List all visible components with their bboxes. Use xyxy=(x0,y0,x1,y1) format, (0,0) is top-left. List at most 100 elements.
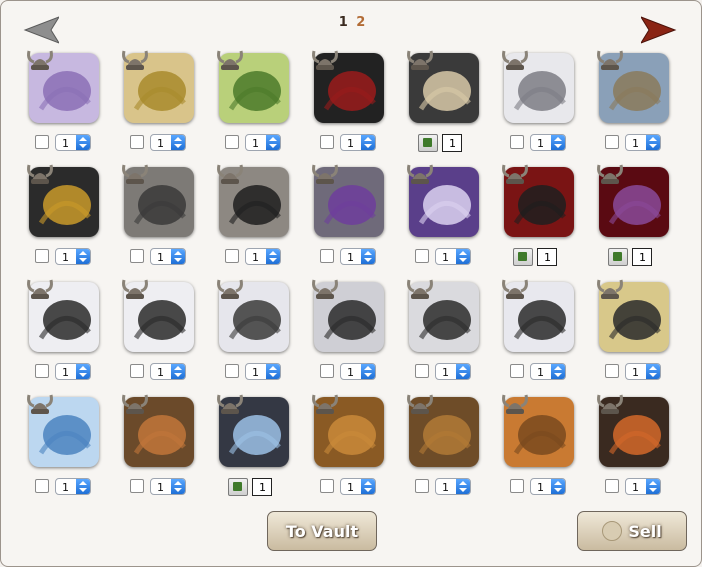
select-checkbox[interactable] xyxy=(35,479,49,493)
quantity-stepper[interactable]: 1 xyxy=(245,133,281,151)
stepper-arrows-icon[interactable] xyxy=(266,248,280,264)
quantity-stepper[interactable]: 1 xyxy=(340,477,376,495)
stepper-arrows-icon[interactable] xyxy=(76,363,90,379)
stepper-arrows-icon[interactable] xyxy=(171,248,185,264)
inventory-slot: 1 xyxy=(25,50,120,165)
inventory-slot: 1 xyxy=(405,164,500,279)
stepper-arrows-icon[interactable] xyxy=(361,478,375,494)
select-checkbox[interactable] xyxy=(415,364,429,378)
stepper-arrows-icon[interactable] xyxy=(361,248,375,264)
quantity-field[interactable]: 1 xyxy=(632,248,652,266)
quantity-stepper[interactable]: 1 xyxy=(530,477,566,495)
viking-helmet-badge-icon xyxy=(215,46,245,76)
stepper-arrows-icon[interactable] xyxy=(76,478,90,494)
select-checkbox[interactable] xyxy=(605,135,619,149)
select-checkbox[interactable] xyxy=(225,249,239,263)
sell-button[interactable]: Sell xyxy=(577,511,687,551)
select-checkbox[interactable] xyxy=(225,135,239,149)
item-select-control: 1 xyxy=(320,477,376,495)
item-select-control: 1 xyxy=(130,362,186,380)
quantity-stepper[interactable]: 1 xyxy=(435,362,471,380)
quantity-stepper[interactable]: 1 xyxy=(625,362,661,380)
page-2-link[interactable]: 2 xyxy=(356,15,365,30)
quantity-stepper[interactable]: 1 xyxy=(150,247,186,265)
quantity-stepper[interactable]: 1 xyxy=(530,362,566,380)
quantity-field[interactable]: 1 xyxy=(537,248,557,266)
select-checkbox[interactable] xyxy=(510,479,524,493)
viking-helmet-badge-icon xyxy=(120,275,150,305)
quantity-field[interactable]: 1 xyxy=(442,134,462,152)
inventory-slot: 1 xyxy=(120,279,215,394)
select-checkbox[interactable] xyxy=(605,479,619,493)
quantity-value: 1 xyxy=(632,480,639,494)
stepper-arrows-icon[interactable] xyxy=(456,363,470,379)
stepper-arrows-icon[interactable] xyxy=(551,134,565,150)
next-page-arrow-icon[interactable] xyxy=(641,15,677,45)
stepper-arrows-icon[interactable] xyxy=(171,134,185,150)
stepper-arrows-icon[interactable] xyxy=(551,478,565,494)
select-checkbox[interactable] xyxy=(35,364,49,378)
quantity-stepper[interactable]: 1 xyxy=(150,133,186,151)
quantity-value: 1 xyxy=(537,365,544,379)
quantity-stepper[interactable]: 1 xyxy=(55,477,91,495)
select-checkbox[interactable] xyxy=(130,249,144,263)
stack-icon[interactable] xyxy=(608,248,628,266)
quantity-stepper[interactable]: 1 xyxy=(245,247,281,265)
quantity-stepper[interactable]: 1 xyxy=(625,133,661,151)
quantity-stepper[interactable]: 1 xyxy=(150,362,186,380)
quantity-stepper[interactable]: 1 xyxy=(340,133,376,151)
select-checkbox[interactable] xyxy=(415,479,429,493)
stack-icon[interactable] xyxy=(418,134,438,152)
quantity-stepper[interactable]: 1 xyxy=(55,362,91,380)
stepper-arrows-icon[interactable] xyxy=(646,478,660,494)
quantity-stepper[interactable]: 1 xyxy=(625,477,661,495)
quantity-stepper[interactable]: 1 xyxy=(245,362,281,380)
item-select-control: 1 xyxy=(35,362,91,380)
stepper-arrows-icon[interactable] xyxy=(456,478,470,494)
quantity-stepper[interactable]: 1 xyxy=(435,477,471,495)
select-checkbox[interactable] xyxy=(35,135,49,149)
select-checkbox[interactable] xyxy=(510,135,524,149)
stepper-arrows-icon[interactable] xyxy=(266,134,280,150)
hoard-panel: 1 2 1 1 1 1 1 1 1 1 1 1 1 1 1 1 1 1 1 1 1 1 1 1 1 1 1 1 1 1 To Vaul… xyxy=(0,0,702,567)
stack-icon[interactable] xyxy=(228,478,248,496)
select-checkbox[interactable] xyxy=(415,249,429,263)
to-vault-button[interactable]: To Vault xyxy=(267,511,377,551)
quantity-stepper[interactable]: 1 xyxy=(55,133,91,151)
select-checkbox[interactable] xyxy=(320,364,334,378)
quantity-stepper[interactable]: 1 xyxy=(55,247,91,265)
select-checkbox[interactable] xyxy=(130,364,144,378)
stepper-arrows-icon[interactable] xyxy=(646,134,660,150)
select-checkbox[interactable] xyxy=(130,135,144,149)
quantity-field[interactable]: 1 xyxy=(252,478,272,496)
viking-helmet-badge-icon xyxy=(215,160,245,190)
stack-icon[interactable] xyxy=(513,248,533,266)
stepper-arrows-icon[interactable] xyxy=(361,363,375,379)
quantity-value: 1 xyxy=(347,250,354,264)
select-checkbox[interactable] xyxy=(320,249,334,263)
stepper-arrows-icon[interactable] xyxy=(76,134,90,150)
select-checkbox[interactable] xyxy=(510,364,524,378)
select-checkbox[interactable] xyxy=(320,135,334,149)
stepper-arrows-icon[interactable] xyxy=(171,478,185,494)
stepper-arrows-icon[interactable] xyxy=(456,248,470,264)
quantity-stepper[interactable]: 1 xyxy=(435,247,471,265)
select-checkbox[interactable] xyxy=(130,479,144,493)
select-checkbox[interactable] xyxy=(35,249,49,263)
quantity-value: 1 xyxy=(537,480,544,494)
inventory-slot: 1 xyxy=(310,50,405,165)
quantity-stepper[interactable]: 1 xyxy=(530,133,566,151)
quantity-stepper[interactable]: 1 xyxy=(340,247,376,265)
select-checkbox[interactable] xyxy=(225,364,239,378)
select-checkbox[interactable] xyxy=(605,364,619,378)
select-checkbox[interactable] xyxy=(320,479,334,493)
stepper-arrows-icon[interactable] xyxy=(361,134,375,150)
stepper-arrows-icon[interactable] xyxy=(76,248,90,264)
stepper-arrows-icon[interactable] xyxy=(266,363,280,379)
quantity-stepper[interactable]: 1 xyxy=(150,477,186,495)
stepper-arrows-icon[interactable] xyxy=(551,363,565,379)
item-select-control: 1 xyxy=(130,247,186,265)
stepper-arrows-icon[interactable] xyxy=(646,363,660,379)
quantity-stepper[interactable]: 1 xyxy=(340,362,376,380)
stepper-arrows-icon[interactable] xyxy=(171,363,185,379)
